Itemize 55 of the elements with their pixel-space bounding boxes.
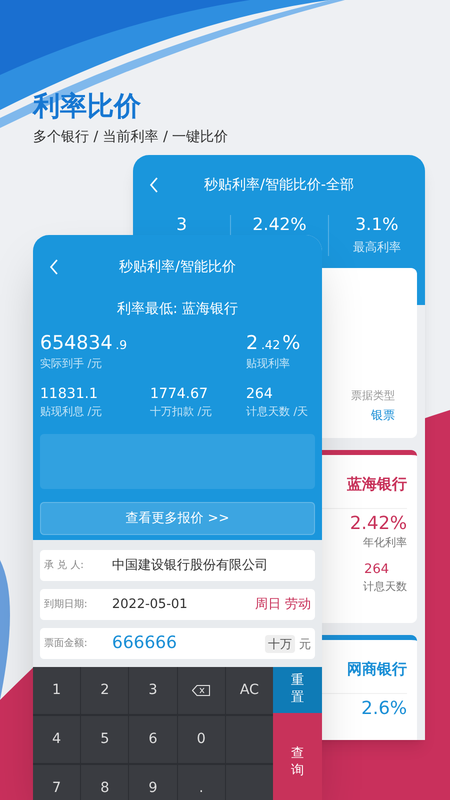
key[interactable]: 5 <box>81 716 128 763</box>
key[interactable]: 0 <box>178 716 225 763</box>
backspace-key[interactable] <box>178 667 225 714</box>
key[interactable]: 4 <box>33 716 80 763</box>
amount-field[interactable]: 666666 <box>112 630 253 656</box>
rate-label: 年化利率 <box>363 535 407 551</box>
query-button[interactable]: 查询 <box>273 713 322 800</box>
field-value: 中国建设银行股份有限公司 <box>112 556 268 575</box>
stat-value: 11831.1 <box>40 386 99 404</box>
stat-value: 654834.9 <box>40 332 128 356</box>
rate-value: 2.42% <box>350 512 407 535</box>
field-label: 承 兑 人: <box>44 558 85 573</box>
key[interactable]: 3 <box>129 667 177 714</box>
field-value[interactable]: 2022-05-01 <box>112 594 243 614</box>
key[interactable]: AC <box>226 667 273 714</box>
stat-value: 2.42% <box>246 332 302 356</box>
key[interactable]: 8 <box>81 765 128 800</box>
stat-value: 264 <box>246 386 274 404</box>
back-icon[interactable] <box>49 259 59 275</box>
stat-value: 3.1% <box>355 215 398 236</box>
key[interactable]: 1 <box>33 667 80 714</box>
bank-name: 蓝海银行 <box>347 474 407 495</box>
stat-value: 1774.67 <box>150 386 209 404</box>
stat-label: 最高利率 <box>352 239 401 256</box>
stat-label: 计息天数 /天 <box>246 404 310 420</box>
rate-value: 2.6% <box>361 698 407 720</box>
key[interactable]: . <box>178 765 225 800</box>
screen-title: 秒贴利率/智能比价-全部 <box>204 176 354 194</box>
unit-button[interactable]: 十万 <box>265 634 295 652</box>
stat-label: 贴现利息 /元 <box>40 404 104 420</box>
unit-label: 元 <box>299 636 311 652</box>
stat-value: 3 <box>176 215 188 236</box>
back-icon[interactable] <box>149 177 159 193</box>
reset-button[interactable]: 重置 <box>273 667 322 713</box>
holiday-note: 周日 劳动 <box>254 596 311 614</box>
key[interactable]: 9 <box>129 765 177 800</box>
bank-name: 网商银行 <box>347 659 407 680</box>
lowest-rate-bank: 利率最低: 蓝海银行 <box>116 300 238 319</box>
banner-subtitle: 多个银行 / 当前利率 / 一键比价 <box>33 130 228 144</box>
field-label: 到期日期: <box>44 598 88 612</box>
stat-value: 2.42% <box>252 215 306 236</box>
banner-title: 利率比价 <box>33 93 142 120</box>
field-label: 票面金额: <box>44 636 88 651</box>
days-label: 计息天数 <box>363 579 407 595</box>
screen-title: 秒贴利率/智能比价 <box>119 258 236 276</box>
field-label: 票据类型 <box>351 388 395 404</box>
backspace-icon <box>192 685 210 696</box>
stat-label: 实际到手 /元 <box>40 356 104 372</box>
stat-label: 十万扣款 /元 <box>150 404 214 420</box>
stat-label: 贴现利率 <box>246 356 291 372</box>
field-value: 银票 <box>371 407 395 424</box>
key[interactable]: 2 <box>81 667 128 714</box>
days-value: 264 <box>364 560 389 578</box>
key[interactable]: 7 <box>33 765 80 800</box>
key[interactable]: 6 <box>129 716 177 763</box>
